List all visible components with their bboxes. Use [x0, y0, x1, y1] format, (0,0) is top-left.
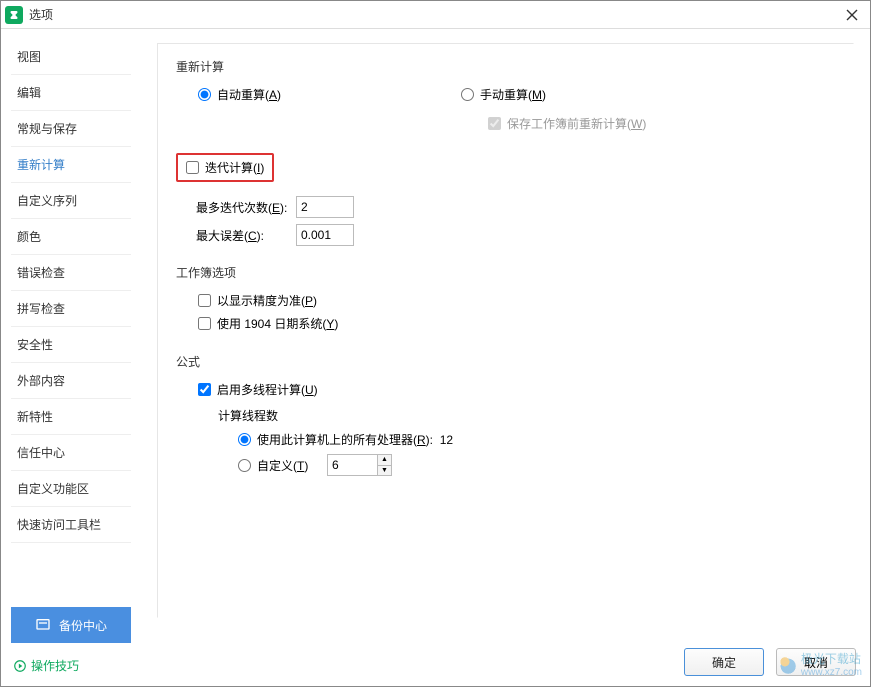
sidebar-item[interactable]: 信任中心: [11, 435, 131, 471]
manual-recalc-radio[interactable]: 手动重算(M): [461, 83, 546, 106]
content: 视图编辑常规与保存重新计算自定义序列颜色错误检查拼写检查安全性外部内容新特性信任…: [1, 29, 870, 686]
main-panel: 重新计算 自动重算(A) 手动重算(M): [141, 29, 870, 686]
spinner-up-icon[interactable]: ▲: [378, 455, 391, 466]
sidebar-list: 视图编辑常规与保存重新计算自定义序列颜色错误检查拼写检查安全性外部内容新特性信任…: [11, 39, 131, 599]
sidebar: 视图编辑常规与保存重新计算自定义序列颜色错误检查拼写检查安全性外部内容新特性信任…: [1, 29, 141, 686]
max-err-input[interactable]: [296, 224, 354, 246]
precision-checkbox[interactable]: 以显示精度为准(P): [198, 289, 835, 312]
threads-title: 计算线程数: [218, 407, 835, 424]
custom-threads-spinner[interactable]: ▲ ▼: [327, 454, 392, 476]
max-iter-input[interactable]: [296, 196, 354, 218]
recalc-title: 重新计算: [176, 58, 835, 75]
sidebar-item[interactable]: 拼写检查: [11, 291, 131, 327]
recalc-group: 重新计算 自动重算(A) 手动重算(M): [176, 58, 835, 135]
sidebar-item[interactable]: 错误检查: [11, 255, 131, 291]
sidebar-item[interactable]: 外部内容: [11, 363, 131, 399]
workbook-group: 工作簿选项 以显示精度为准(P) 使用 1904 日期系统(Y): [176, 264, 835, 335]
backup-center-button[interactable]: 备份中心: [11, 607, 131, 643]
sidebar-item[interactable]: 常规与保存: [11, 111, 131, 147]
close-button[interactable]: [838, 1, 866, 29]
sidebar-item[interactable]: 新特性: [11, 399, 131, 435]
sidebar-item[interactable]: 编辑: [11, 75, 131, 111]
max-err-row: 最大误差(C):: [196, 224, 835, 246]
window-title: 选项: [29, 6, 53, 23]
max-iter-row: 最多迭代次数(E):: [196, 196, 835, 218]
workbook-title: 工作簿选项: [176, 264, 835, 281]
iterative-group: 迭代计算(I) 最多迭代次数(E): 最大误差(C):: [176, 153, 835, 246]
custom-threads-input[interactable]: [327, 454, 377, 476]
tips-link[interactable]: 操作技巧: [11, 651, 131, 686]
formula-title: 公式: [176, 353, 835, 370]
ok-button[interactable]: 确定: [684, 648, 764, 676]
date1904-checkbox[interactable]: 使用 1904 日期系统(Y): [198, 312, 835, 335]
spinner-down-icon[interactable]: ▼: [378, 466, 391, 476]
multithread-checkbox[interactable]: 启用多线程计算(U): [198, 378, 835, 401]
sidebar-item[interactable]: 重新计算: [11, 147, 131, 183]
tips-label: 操作技巧: [31, 657, 79, 674]
iterative-checkbox[interactable]: 迭代计算(I): [186, 159, 264, 176]
sidebar-item[interactable]: 自定义功能区: [11, 471, 131, 507]
save-recalc-checkbox: 保存工作簿前重新计算(W): [488, 112, 835, 135]
cancel-button[interactable]: 取消: [776, 648, 856, 676]
app-icon: [5, 6, 23, 24]
sidebar-item[interactable]: 颜色: [11, 219, 131, 255]
formula-group: 公式 启用多线程计算(U) 计算线程数 使用此计算机上的所有处理器(R): 12: [176, 353, 835, 479]
iterative-highlight: 迭代计算(I): [176, 153, 274, 182]
footer: 确定 取消: [684, 648, 856, 676]
custom-threads-radio[interactable]: 自定义(T) ▲ ▼: [238, 451, 835, 479]
titlebar: 选项: [1, 1, 870, 29]
sidebar-item[interactable]: 快速访问工具栏: [11, 507, 131, 543]
backup-label: 备份中心: [59, 617, 107, 634]
sidebar-item[interactable]: 自定义序列: [11, 183, 131, 219]
sidebar-item[interactable]: 视图: [11, 39, 131, 75]
auto-recalc-radio[interactable]: 自动重算(A): [198, 83, 281, 106]
use-all-proc-radio[interactable]: 使用此计算机上的所有处理器(R): 12: [238, 428, 835, 451]
sidebar-item[interactable]: 安全性: [11, 327, 131, 363]
